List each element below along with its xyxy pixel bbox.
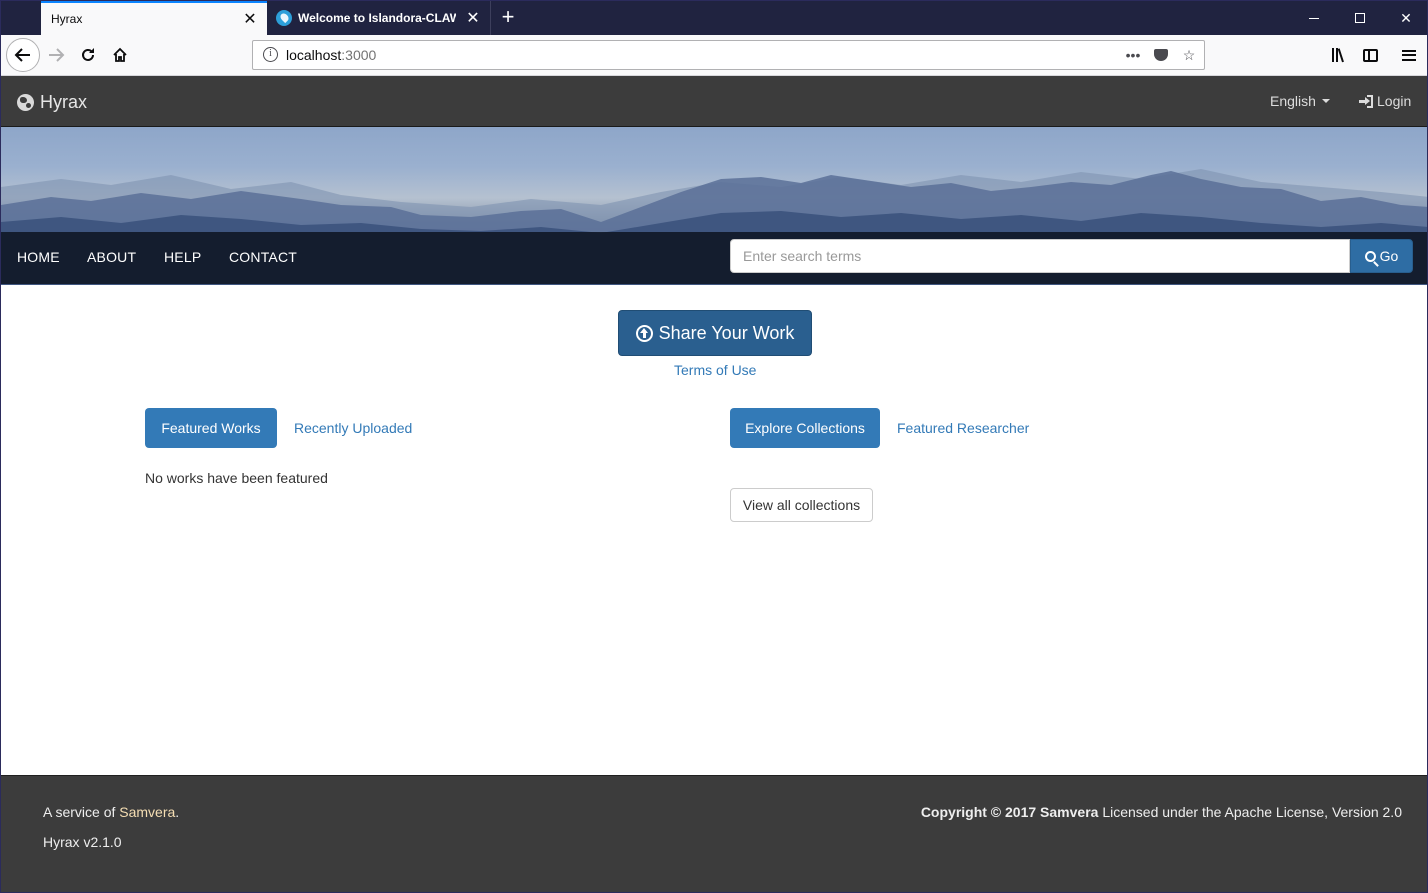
bookmark-star-icon[interactable]: ☆ (1180, 45, 1198, 65)
tab-featured-researcher[interactable]: Featured Researcher (897, 408, 1029, 448)
tab-explore-collections[interactable]: Explore Collections (730, 408, 880, 448)
share-label: Share Your Work (658, 322, 795, 343)
brand-name: Hyrax (40, 92, 88, 112)
browser-toolbar: i localhost:3000 ••• ☆ (1, 35, 1427, 76)
copyright-text: Copyright © 2017 Samvera Licensed under … (921, 804, 1402, 820)
license-text: Licensed under the Apache License, Versi… (1098, 804, 1402, 820)
menu-button[interactable] (1394, 40, 1424, 70)
back-arrow-icon (14, 48, 30, 62)
language-label: English (1270, 93, 1316, 109)
sidebar-button[interactable] (1355, 40, 1385, 70)
tab-hyrax[interactable]: Hyrax ✕ (41, 1, 267, 35)
service-suffix: . (175, 804, 180, 820)
site-header: Hyrax English Login (1, 76, 1427, 127)
page-actions-icon[interactable]: ••• (1124, 45, 1142, 65)
tab-title: Hyrax (51, 12, 83, 26)
drupal-favicon-icon (276, 10, 292, 26)
tab-featured-works[interactable]: Featured Works (145, 408, 277, 448)
search-icon (1364, 250, 1376, 262)
back-button[interactable] (6, 38, 40, 72)
forward-button[interactable] (41, 40, 71, 70)
window-close-button[interactable]: ✕ (1383, 1, 1427, 35)
hamburger-icon (1402, 49, 1416, 61)
maximize-icon (1355, 13, 1365, 23)
minimize-icon (1309, 17, 1319, 19)
copyright-bold: Copyright © 2017 Samvera (920, 804, 1099, 820)
tab-title: Welcome to Islandora-CLAW | I (298, 11, 456, 25)
language-dropdown[interactable]: English (1270, 93, 1330, 109)
url-host: localhost (286, 47, 342, 63)
reload-button[interactable] (73, 40, 103, 70)
close-tab-icon[interactable]: ✕ (233, 9, 267, 29)
globe-icon (17, 94, 34, 111)
search-input[interactable] (730, 239, 1350, 273)
minimize-button[interactable] (1291, 1, 1337, 35)
terms-of-use-link[interactable]: Terms of Use (674, 362, 756, 378)
main-nav: HOME ABOUT HELP CONTACT Go (1, 232, 1427, 284)
nav-about[interactable]: ABOUT (87, 249, 136, 265)
tab-bar: Hyrax ✕ Welcome to Islandora-CLAW | I ✕ … (1, 1, 1427, 35)
url-text[interactable]: localhost:3000 (286, 47, 376, 63)
nav-contact[interactable]: CONTACT (229, 249, 297, 265)
url-actions: ••• ☆ (1124, 45, 1198, 65)
home-button[interactable] (105, 40, 135, 70)
samvera-link[interactable]: Samvera (119, 804, 175, 820)
upload-circle-icon (635, 324, 653, 342)
nav-home[interactable]: HOME (17, 249, 60, 265)
url-port: :3000 (341, 47, 377, 63)
brand-link[interactable]: Hyrax (17, 92, 87, 113)
login-label: Login (1377, 93, 1412, 109)
library-button[interactable] (1323, 40, 1353, 70)
url-bar[interactable]: i localhost:3000 ••• ☆ (252, 40, 1205, 70)
tab-recently-uploaded[interactable]: Recently Uploaded (294, 408, 412, 448)
caret-down-icon (1321, 99, 1330, 103)
forward-arrow-icon (49, 48, 65, 62)
service-prefix: A service of (43, 804, 120, 820)
login-link[interactable]: Login (1359, 93, 1411, 109)
sidebar-icon (1362, 48, 1378, 62)
go-label: Go (1379, 248, 1399, 264)
version-text: Hyrax v2.1.0 (43, 834, 122, 850)
nav-help[interactable]: HELP (164, 249, 201, 265)
no-works-message: No works have been featured (145, 470, 328, 486)
close-tab-icon[interactable]: ✕ (456, 8, 490, 28)
browser-window: Hyrax ✕ Welcome to Islandora-CLAW | I ✕ … (0, 0, 1428, 893)
site-footer: A service of Samvera. Hyrax v2.1.0 Copyr… (1, 775, 1427, 892)
home-icon (113, 47, 127, 62)
hero-banner: HOME ABOUT HELP CONTACT Go (1, 127, 1427, 285)
view-all-collections-button[interactable]: View all collections (730, 488, 873, 522)
service-text: A service of Samvera. (43, 804, 179, 820)
library-icon (1332, 48, 1344, 63)
new-tab-button[interactable]: + (496, 1, 520, 35)
maximize-button[interactable] (1337, 1, 1383, 35)
login-icon (1359, 94, 1373, 108)
share-your-work-button[interactable]: Share Your Work (618, 310, 812, 356)
reload-icon (82, 48, 94, 61)
info-icon[interactable]: i (263, 47, 278, 62)
tab-islandora[interactable]: Welcome to Islandora-CLAW | I ✕ (267, 1, 491, 35)
search-go-button[interactable]: Go (1350, 239, 1413, 273)
pocket-icon[interactable] (1152, 45, 1170, 65)
close-icon: ✕ (1400, 9, 1412, 26)
